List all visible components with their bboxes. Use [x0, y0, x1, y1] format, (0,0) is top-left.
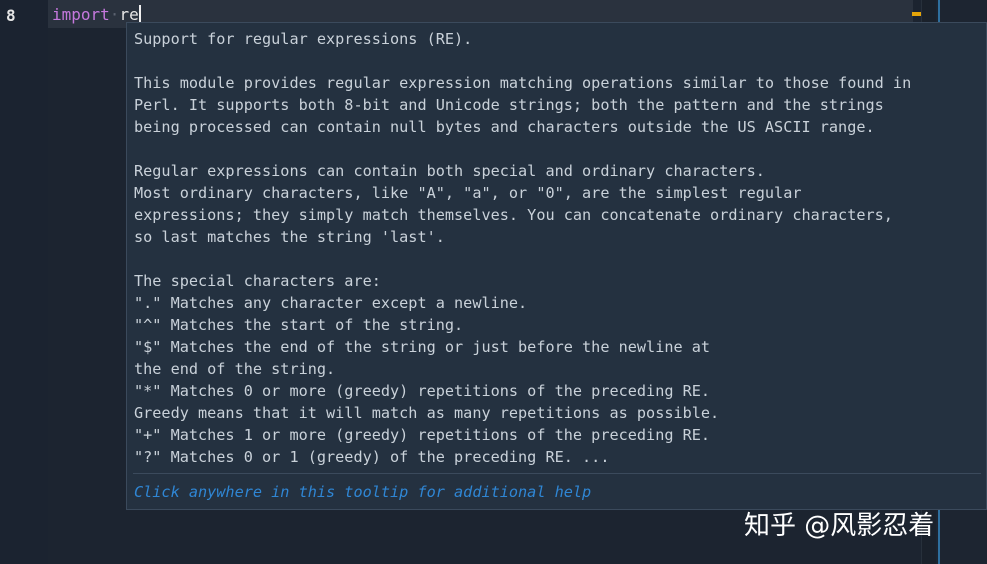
editor-window: 8 import·re Support for regular expressi…: [0, 0, 987, 564]
tooltip-line: "?" Matches 0 or 1 (greedy) of the prece…: [134, 448, 610, 466]
tooltip-divider: [133, 473, 981, 474]
tooltip-line: so last matches the string 'last'.: [134, 228, 445, 246]
tooltip-line: Support for regular expressions (RE).: [134, 30, 473, 48]
tooltip-line: expressions; they simply match themselve…: [134, 206, 893, 224]
additional-help-link[interactable]: Click anywhere in this tooltip for addit…: [134, 483, 591, 501]
tooltip-line: "*" Matches 0 or more (greedy) repetitio…: [134, 382, 711, 400]
documentation-tooltip[interactable]: Support for regular expressions (RE). Thi…: [126, 22, 987, 510]
line-number-gutter: 8: [0, 0, 48, 564]
tooltip-line: "+" Matches 1 or more (greedy) repetitio…: [134, 426, 711, 444]
tooltip-line: "." Matches any character except a newli…: [134, 294, 528, 312]
import-keyword: import: [52, 5, 110, 24]
tooltip-line: The special characters are:: [134, 272, 381, 290]
tooltip-line: Perl. It supports both 8-bit and Unicode…: [134, 96, 884, 114]
tooltip-line: the end of the string.: [134, 360, 336, 378]
whitespace-marker: ·: [109, 5, 120, 24]
tooltip-line: [134, 248, 984, 270]
tooltip-body: Support for regular expressions (RE). Thi…: [134, 28, 984, 468]
line-number: 8: [6, 6, 16, 25]
tooltip-line: Regular expressions can contain both spe…: [134, 162, 765, 180]
tooltip-line: [134, 50, 984, 72]
tooltip-line: Greedy means that it will match as many …: [134, 404, 720, 422]
watermark: 知乎 @风影忍着: [744, 511, 935, 541]
tooltip-line: [134, 138, 984, 160]
tooltip-line: Most ordinary characters, like "A", "a",…: [134, 184, 802, 202]
tooltip-line: "$" Matches the end of the string or jus…: [134, 338, 711, 356]
tooltip-line: This module provides regular expression …: [134, 74, 912, 92]
tooltip-line: being processed can contain null bytes a…: [134, 118, 875, 136]
text-cursor: [138, 5, 141, 23]
tooltip-line: "^" Matches the start of the string.: [134, 316, 464, 334]
